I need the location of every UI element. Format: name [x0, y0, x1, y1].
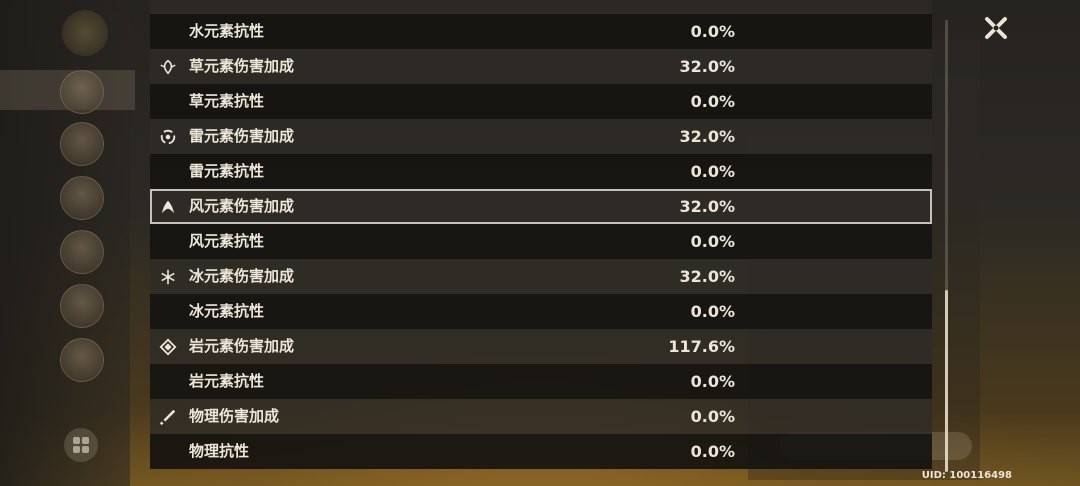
stat-row[interactable]: 雷元素伤害加成 32.0% — [150, 119, 932, 154]
stat-label: 水元素抗性 — [189, 22, 265, 40]
character-avatar[interactable] — [60, 230, 104, 274]
geo-icon — [158, 337, 178, 357]
stat-value: 32.0% — [679, 197, 735, 216]
stat-label: 冰元素伤害加成 — [189, 267, 295, 285]
electro-icon — [158, 127, 178, 147]
dendro-icon — [158, 57, 178, 77]
uid-label: UID: 100116498 — [921, 470, 1012, 481]
physical-icon — [158, 407, 178, 427]
stat-value: 32.0% — [679, 57, 735, 76]
character-avatar[interactable] — [60, 70, 104, 114]
stat-value: 0.0% — [690, 302, 735, 321]
stat-value: 32.0% — [679, 127, 735, 146]
stat-row[interactable]: 岩元素抗性 0.0% — [150, 364, 932, 399]
stat-value: 0.0% — [690, 232, 735, 251]
character-avatar[interactable] — [60, 176, 104, 220]
stat-row[interactable]: 草元素抗性 0.0% — [150, 84, 932, 119]
faction-emblem-icon — [62, 10, 108, 56]
grid-icon — [73, 437, 89, 453]
character-avatar[interactable] — [60, 338, 104, 382]
stat-value: 0.0% — [690, 162, 735, 181]
stat-label: 风元素抗性 — [189, 232, 265, 250]
stat-row[interactable]: 物理抗性 0.0% — [150, 434, 932, 469]
grid-menu-button[interactable] — [64, 428, 98, 462]
close-icon — [985, 17, 1007, 39]
stat-label: 草元素伤害加成 — [189, 57, 295, 75]
stat-value: 0.0% — [690, 372, 735, 391]
stat-label: 物理抗性 — [189, 442, 250, 460]
stat-label: 冰元素抗性 — [189, 302, 265, 320]
stat-label: 雷元素抗性 — [189, 162, 265, 180]
stat-row[interactable]: 雷元素抗性 0.0% — [150, 154, 932, 189]
partial-row — [150, 0, 932, 14]
stat-label: 草元素抗性 — [189, 92, 265, 110]
stat-row[interactable]: 水元素抗性 0.0% — [150, 14, 932, 49]
stat-label: 岩元素抗性 — [189, 372, 265, 390]
stat-value: 117.6% — [668, 337, 735, 356]
stat-row[interactable]: 冰元素伤害加成 32.0% — [150, 259, 932, 294]
scrollbar-thumb[interactable] — [945, 290, 948, 472]
stat-row[interactable]: 草元素伤害加成 32.0% — [150, 49, 932, 84]
stat-label: 岩元素伤害加成 — [189, 337, 295, 355]
stat-label: 雷元素伤害加成 — [189, 127, 295, 145]
stat-row[interactable]: 岩元素伤害加成 117.6% — [150, 329, 932, 364]
close-button[interactable] — [980, 12, 1012, 44]
stat-value: 0.0% — [690, 442, 735, 461]
character-avatar[interactable] — [60, 284, 104, 328]
character-avatar[interactable] — [60, 122, 104, 166]
stat-row[interactable]: 冰元素抗性 0.0% — [150, 294, 932, 329]
stat-value: 32.0% — [679, 267, 735, 286]
stat-row[interactable]: 物理伤害加成 0.0% — [150, 399, 932, 434]
stat-value: 0.0% — [690, 407, 735, 426]
stat-value: 0.0% — [690, 92, 735, 111]
stat-row[interactable]: 风元素伤害加成 32.0% — [150, 189, 932, 224]
stat-row[interactable]: 风元素抗性 0.0% — [150, 224, 932, 259]
cryo-icon — [158, 267, 178, 287]
stat-value: 0.0% — [690, 22, 735, 41]
anemo-icon — [158, 197, 178, 217]
attribute-stats-table: 水元素抗性 0.0% 草元素伤害加成 32.0% 草元素抗性 0.0% 雷元素伤害加成 32.… — [150, 14, 932, 469]
stat-label: 风元素伤害加成 — [189, 197, 295, 215]
stat-label: 物理伤害加成 — [189, 407, 280, 425]
